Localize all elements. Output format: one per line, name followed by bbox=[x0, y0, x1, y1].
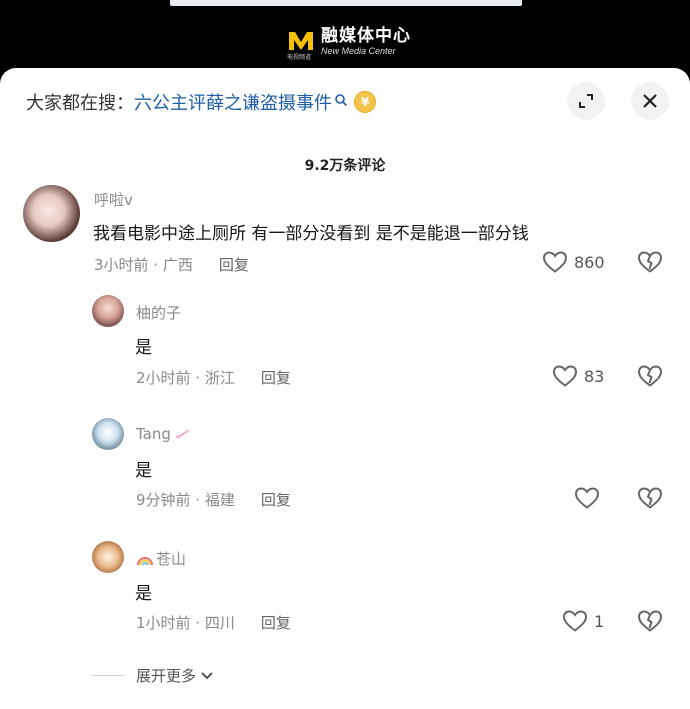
reply-button[interactable]: 回复 bbox=[219, 254, 249, 275]
reply-button[interactable]: 回复 bbox=[261, 489, 291, 510]
like-button[interactable]: 860 bbox=[542, 250, 605, 274]
broken-heart-icon bbox=[638, 610, 662, 632]
comment-meta: 9分钟前 · 福建 回复 bbox=[136, 489, 291, 510]
comment-time-location: 1小时前 · 四川 bbox=[136, 614, 235, 632]
comment-time-location: 9分钟前 · 福建 bbox=[136, 491, 235, 509]
avatar[interactable] bbox=[92, 541, 124, 573]
dislike-button[interactable] bbox=[637, 609, 663, 637]
logo-subtitle: New Media Center bbox=[321, 46, 396, 56]
close-button[interactable] bbox=[631, 82, 669, 120]
comment-text: 是 bbox=[135, 338, 152, 358]
rainbow-emoji-icon bbox=[137, 556, 153, 565]
video-preview-strip[interactable] bbox=[170, 0, 522, 6]
chevron-down-icon bbox=[201, 671, 213, 679]
comment-meta: 3小时前 · 广西 回复 bbox=[94, 254, 249, 275]
commenter-name[interactable]: Tang bbox=[136, 425, 192, 443]
dislike-button[interactable] bbox=[637, 364, 663, 392]
comment-text: 是 bbox=[135, 461, 152, 481]
broken-heart-icon bbox=[638, 487, 662, 509]
avatar[interactable] bbox=[92, 295, 124, 327]
heart-icon bbox=[562, 610, 588, 632]
trending-search[interactable]: 大家都在搜： 六公主评薛之谦盗摄事件 ¥ bbox=[26, 88, 376, 116]
search-icon bbox=[334, 91, 348, 107]
dislike-button[interactable] bbox=[637, 486, 663, 514]
comment-meta: 2小时前 · 浙江 回复 bbox=[136, 367, 291, 388]
like-button[interactable] bbox=[574, 486, 600, 510]
sparkle-emoji-icon bbox=[175, 429, 190, 440]
reply-button[interactable]: 回复 bbox=[261, 612, 291, 633]
broken-heart-icon bbox=[638, 365, 662, 387]
dislike-button[interactable] bbox=[637, 250, 663, 278]
heart-icon bbox=[574, 487, 600, 509]
broken-heart-icon bbox=[638, 251, 662, 273]
expand-more-label[interactable]: 展开更多 bbox=[136, 665, 196, 686]
comment-sheet: 大家都在搜： 六公主评薛之谦盗摄事件 ¥ 9.2万条评论 呼啦v 我看电影中途上… bbox=[0, 68, 690, 709]
comment-time-location: 2小时前 · 浙江 bbox=[136, 369, 235, 387]
logo-channel: 电视频道 bbox=[287, 54, 312, 61]
heart-icon bbox=[552, 365, 578, 387]
comment-text: 我看电影中途上厕所 有一部分没看到 是不是能退一部分钱 bbox=[93, 224, 529, 244]
commenter-name[interactable]: 呼啦v bbox=[94, 189, 133, 210]
video-header: 融媒体中心 New Media Center 电视频道 bbox=[0, 0, 690, 72]
like-count: 83 bbox=[584, 366, 605, 386]
coin-reward-icon: ¥ bbox=[354, 91, 376, 113]
like-button[interactable]: 1 bbox=[562, 609, 604, 633]
close-icon bbox=[643, 94, 657, 108]
commenter-name[interactable]: 苍山 bbox=[136, 548, 186, 569]
comment-time-location: 3小时前 · 广西 bbox=[94, 256, 193, 274]
comment-count: 9.2万条评论 bbox=[304, 158, 386, 174]
trending-search-prefix: 大家都在搜： bbox=[26, 93, 134, 114]
avatar[interactable] bbox=[92, 418, 124, 450]
avatar[interactable] bbox=[23, 185, 80, 242]
expand-more-row[interactable]: 展开更多 bbox=[92, 665, 214, 686]
commenter-name-text: Tang bbox=[136, 425, 171, 443]
like-button[interactable]: 83 bbox=[552, 364, 604, 388]
expand-button[interactable] bbox=[567, 82, 605, 120]
heart-icon bbox=[542, 251, 568, 273]
commenter-name[interactable]: 柚的子 bbox=[136, 302, 181, 323]
logo-title: 融媒体中心 bbox=[321, 26, 411, 46]
like-count: 1 bbox=[594, 611, 605, 631]
comment-meta: 1小时前 · 四川 回复 bbox=[136, 612, 291, 633]
divider bbox=[92, 675, 124, 676]
like-count: 860 bbox=[574, 252, 605, 272]
reply-button[interactable]: 回复 bbox=[261, 367, 291, 388]
expand-icon bbox=[579, 94, 593, 108]
comment-text: 是 bbox=[135, 584, 152, 604]
commenter-name-text: 苍山 bbox=[156, 550, 187, 568]
trending-search-term[interactable]: 六公主评薛之谦盗摄事件 bbox=[134, 89, 332, 115]
